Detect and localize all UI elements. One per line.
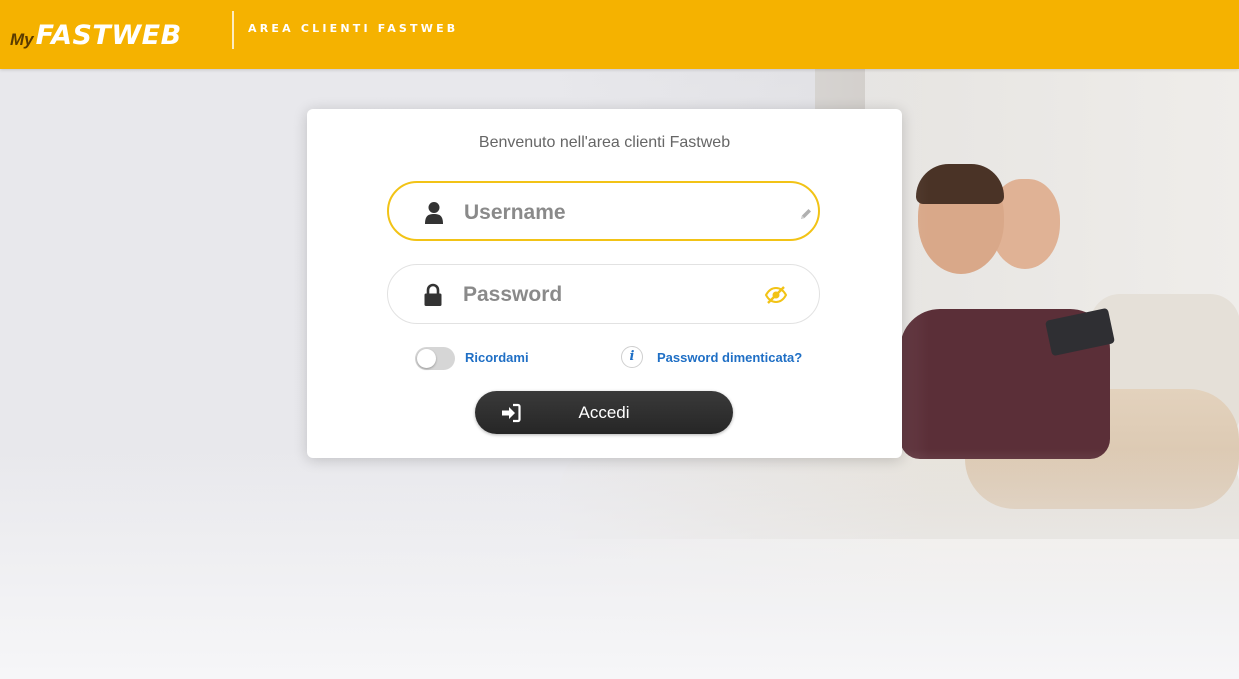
pencil-icon [794,202,818,226]
username-input[interactable] [462,195,776,231]
myfastweb-logo[interactable]: My FASTWEB [10,14,182,54]
login-title: Benvenuto nell'area clienti Fastweb [478,134,731,151]
header-subtitle: AREA CLIENTI FASTWEB [248,22,459,35]
login-button-label: Accedi [578,403,630,422]
login-card: Benvenuto nell'area clienti Fastweb User… [307,109,902,458]
user-icon [423,201,445,225]
info-icon: i [621,346,643,368]
logo-brand: FASTWEB [35,20,182,51]
login-page: My FASTWEB AREA CLIENTI FASTWEB Benvenut… [0,0,1239,679]
top-header: My FASTWEB AREA CLIENTI FASTWEB [0,0,1239,69]
toggle-knob [417,349,436,368]
lock-icon [422,283,444,307]
password-field[interactable] [387,264,820,324]
header-divider [232,11,234,49]
forgot-password-link[interactable]: Password dimenticata? [657,350,802,365]
login-button[interactable]: Accedi [475,391,733,434]
remember-me-toggle[interactable] [415,347,455,370]
password-input[interactable] [461,277,775,313]
eye-slash-icon[interactable] [764,283,788,307]
logo-prefix: My [10,30,34,49]
username-field[interactable] [387,181,820,241]
remember-me-label[interactable]: Ricordami [465,350,529,365]
background-fade-bottom [0,449,1239,679]
